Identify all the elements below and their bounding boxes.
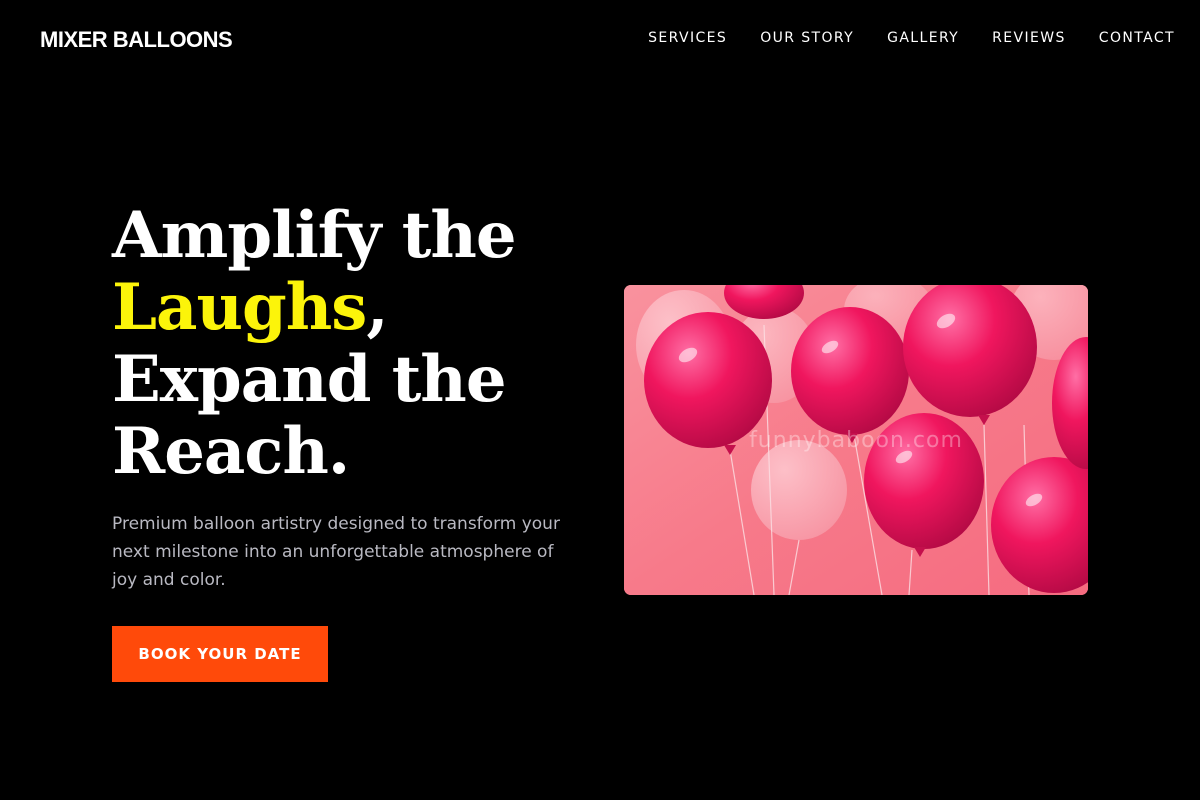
nav-item-services[interactable]: SERVICES [648, 30, 727, 46]
headline-line-3: Expand the [112, 342, 507, 417]
image-watermark: funnybaboon.com [749, 428, 963, 453]
hero-image: funnybaboon.com [624, 285, 1088, 595]
headline-line-1: Amplify the [112, 198, 517, 273]
nav-item-reviews[interactable]: REVIEWS [992, 30, 1066, 46]
nav-item-contact[interactable]: CONTACT [1099, 30, 1175, 46]
headline-line-4: Reach. [112, 414, 350, 489]
headline-comma: , [366, 270, 388, 345]
headline-highlight: Laughs [112, 270, 367, 345]
book-your-date-button[interactable]: BOOK YOUR DATE [112, 626, 328, 682]
main-nav: SERVICES OUR STORY GALLERY REVIEWS CONTA… [648, 30, 1175, 46]
nav-item-gallery[interactable]: GALLERY [887, 30, 959, 46]
brand-logo[interactable]: MIXER BALLOONS [40, 27, 233, 53]
nav-item-our-story[interactable]: OUR STORY [760, 30, 854, 46]
hero-headline: Amplify the Laughs, Expand the Reach. [112, 198, 517, 489]
hero-subtext: Premium balloon artistry designed to tra… [112, 514, 560, 590]
